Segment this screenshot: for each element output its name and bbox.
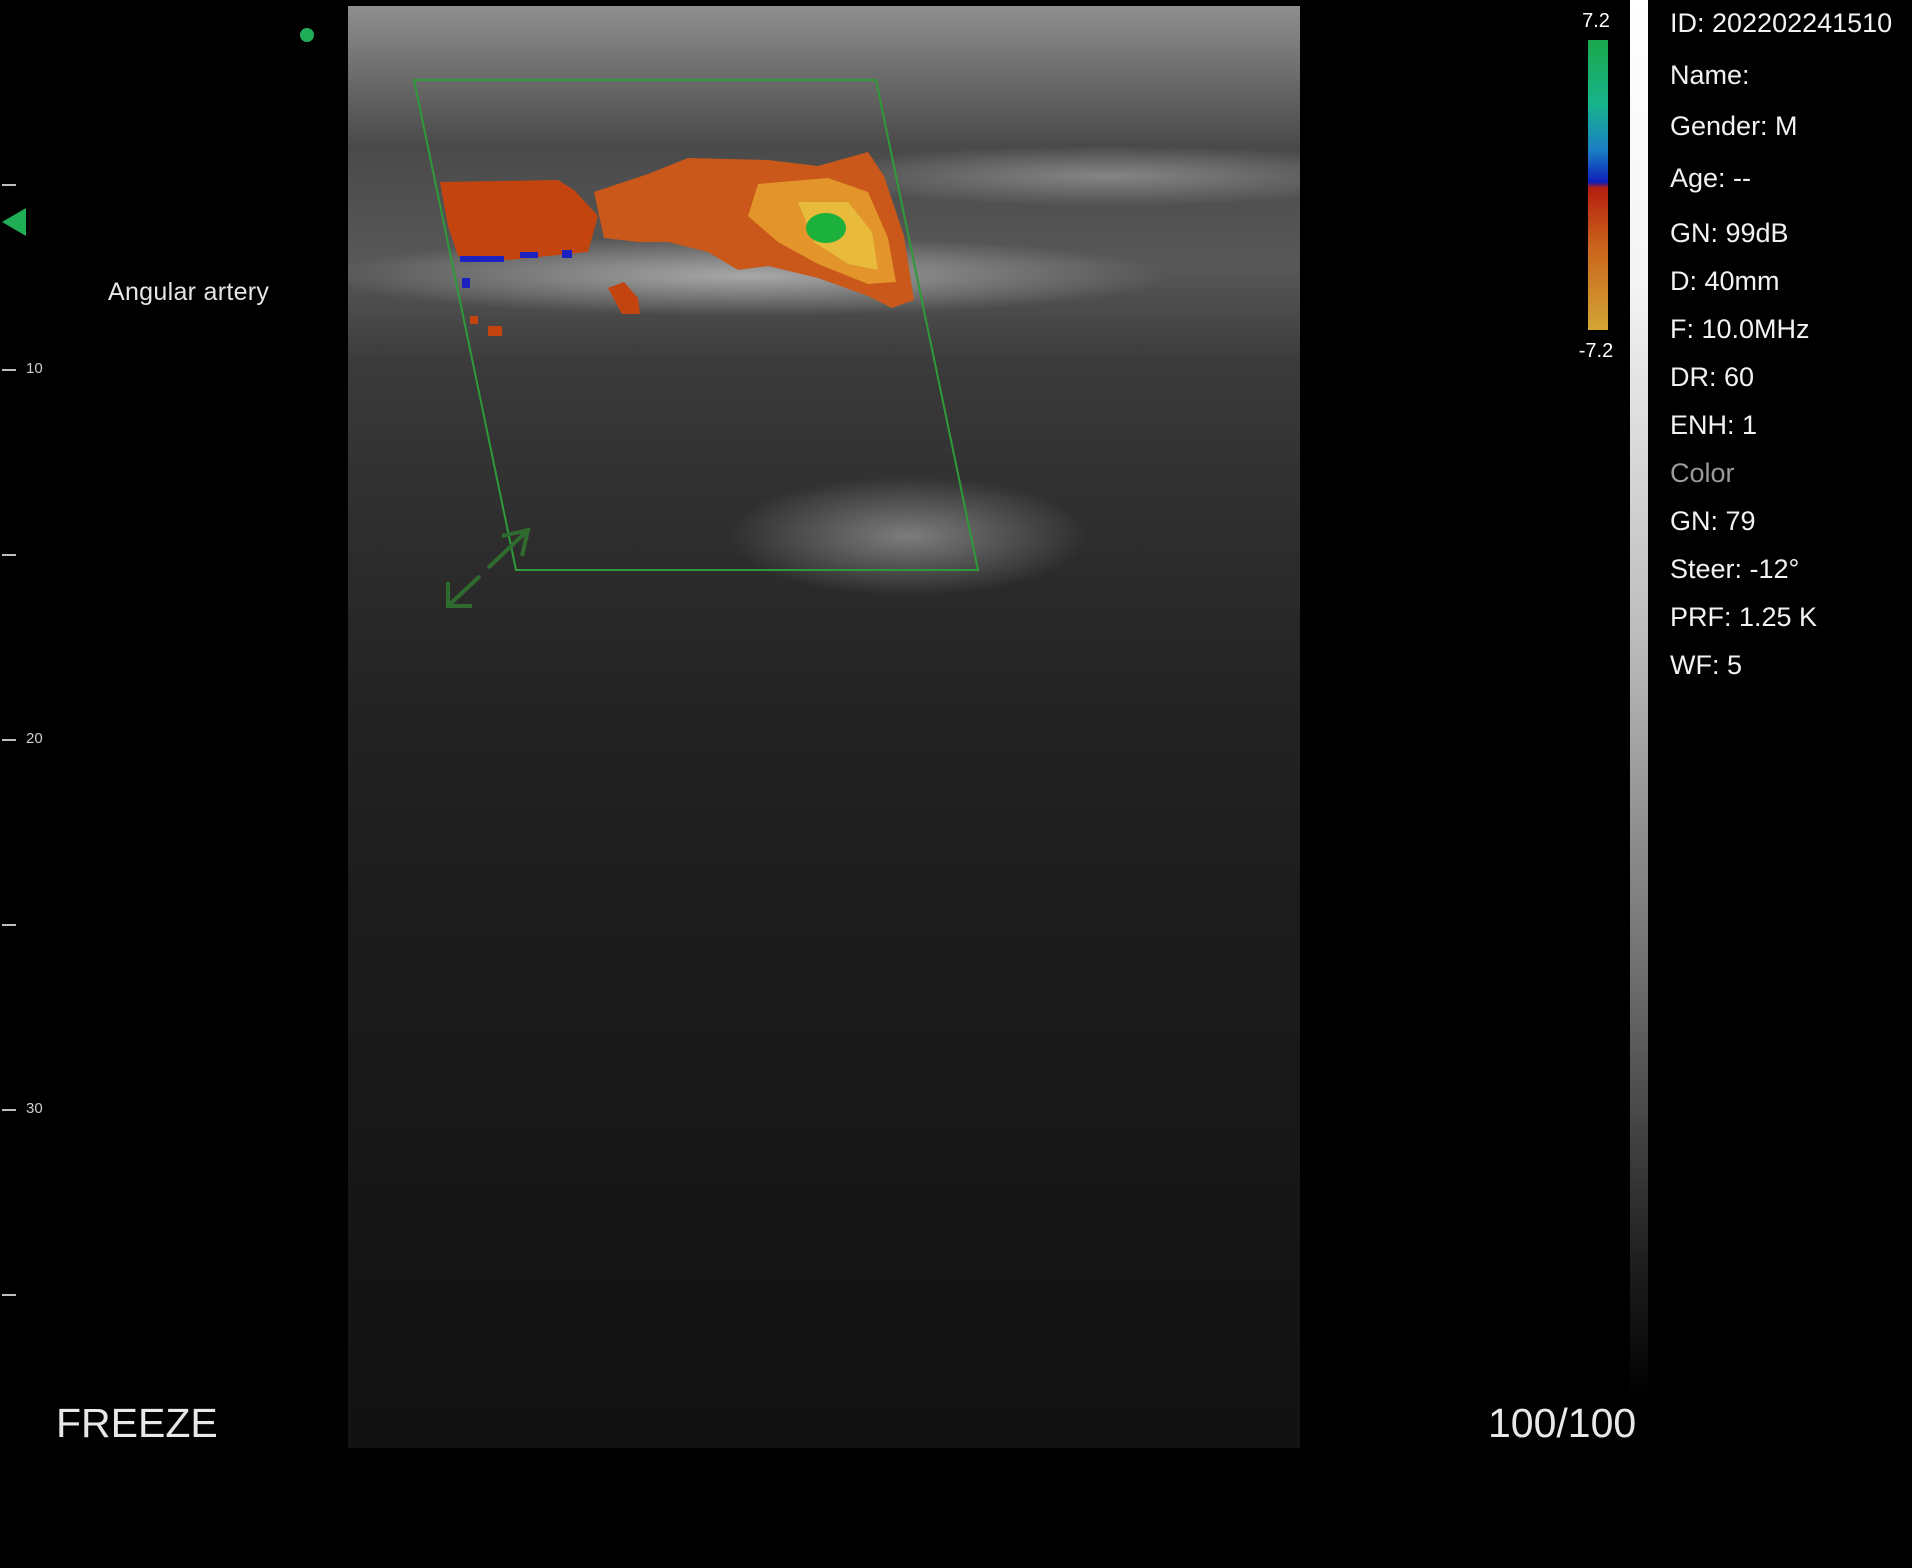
probe-orientation-marker-icon	[2, 208, 26, 236]
enhancement: ENH: 1	[1670, 410, 1758, 440]
color-flow-map	[440, 152, 914, 336]
patient-gender: Gender: M	[1670, 111, 1798, 141]
flow-region-small-red	[608, 282, 640, 314]
patient-age: Age: --	[1670, 163, 1752, 193]
patient-id: ID: 202202241510	[1670, 8, 1893, 38]
color-gain: GN: 79	[1670, 506, 1756, 536]
focus-indicator-icon	[300, 28, 314, 42]
depth-tick	[2, 1109, 16, 1111]
depth-label: 30	[26, 1100, 43, 1117]
depth-tick	[2, 554, 16, 556]
flow-region-red	[440, 180, 598, 260]
flow-region-blue	[562, 250, 572, 258]
freeze-status[interactable]: FREEZE	[56, 1400, 218, 1447]
color-scale-min: -7.2	[1578, 340, 1614, 362]
annotation-label[interactable]: Angular artery	[108, 278, 269, 307]
color-velocity-bar	[1588, 40, 1608, 330]
depth-tick	[2, 369, 16, 371]
flow-region-small-red	[470, 316, 478, 324]
depth-tick	[2, 1294, 16, 1296]
patient-name: Name:	[1670, 60, 1750, 90]
flow-region-blue	[460, 256, 504, 262]
ultrasound-image[interactable]	[348, 6, 1300, 1448]
scan-overlay	[412, 79, 980, 608]
flow-region-blue	[520, 252, 538, 258]
flow-region-green	[806, 213, 846, 243]
flow-region-blue	[462, 278, 470, 288]
depth-tick	[2, 184, 16, 186]
depth-label: 20	[26, 730, 43, 747]
wall-filter: WF: 5	[1670, 650, 1742, 680]
color-scale-max: 7.2	[1582, 10, 1610, 32]
dynamic-range: DR: 60	[1670, 362, 1755, 392]
depth-value: D: 40mm	[1670, 266, 1780, 296]
color-section-heading: Color	[1670, 458, 1735, 488]
frame-counter: 100/100	[1488, 1400, 1637, 1446]
depth-label: 10	[26, 360, 43, 377]
bmode-gain: GN: 99dB	[1670, 218, 1789, 248]
steer-angle: Steer: -12°	[1670, 554, 1800, 584]
flow-region-small-red	[488, 326, 502, 336]
prf-value: PRF: 1.25 K	[1670, 602, 1818, 632]
depth-tick	[2, 924, 16, 926]
frequency-value: F: 10.0MHz	[1670, 314, 1810, 344]
grayscale-map-bar	[1630, 0, 1648, 1400]
depth-tick	[2, 739, 16, 741]
color-roi-box	[412, 79, 980, 571]
